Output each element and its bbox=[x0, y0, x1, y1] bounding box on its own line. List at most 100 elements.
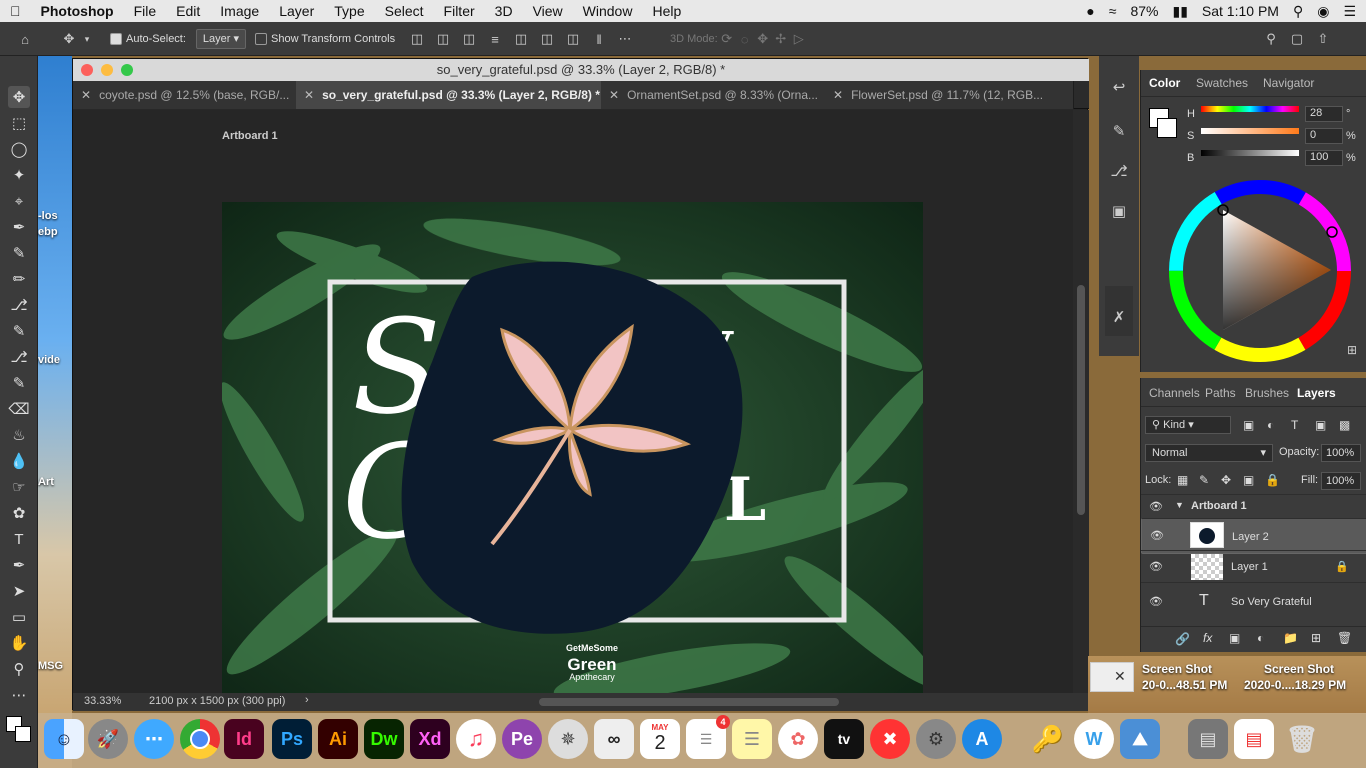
eyedropper-tool-icon[interactable]: ✒ bbox=[8, 216, 30, 238]
auto-select-checkbox[interactable] bbox=[110, 33, 122, 45]
clock[interactable]: Sat 1:10 PM bbox=[1202, 3, 1279, 19]
adjustment-layer-icon[interactable]: ◐ bbox=[1257, 631, 1264, 645]
lock-all-icon[interactable]: 🔒 bbox=[1265, 473, 1280, 487]
zoom-tool-icon[interactable]: ⚲ bbox=[8, 658, 30, 680]
filter-type-icon[interactable]: T bbox=[1291, 418, 1298, 432]
horizontal-scroll-thumb[interactable] bbox=[539, 698, 839, 706]
new-group-icon[interactable]: 📁 bbox=[1283, 631, 1298, 645]
close-tab-icon[interactable]: ✕ bbox=[304, 88, 314, 102]
move-tool-icon[interactable]: ✥ bbox=[8, 86, 30, 108]
saturation-input[interactable]: 0 bbox=[1305, 128, 1343, 144]
link-layers-icon[interactable]: 🔗 bbox=[1175, 632, 1190, 646]
canvas-area[interactable]: Artboard 1 G L GetMeSome Green Apothecar… bbox=[73, 110, 1073, 703]
add-mask-icon[interactable]: ▣ bbox=[1229, 631, 1240, 645]
lock-transparent-icon[interactable]: ▦ bbox=[1177, 473, 1188, 487]
rectangle-tool-icon[interactable]: ▭ bbox=[8, 606, 30, 628]
crop-tool-icon[interactable]: ⌖ bbox=[8, 190, 30, 212]
3d-roll-icon[interactable]: ◌ bbox=[736, 30, 754, 48]
align-right-icon[interactable]: ◫ bbox=[460, 30, 478, 48]
eraser-tool-icon[interactable]: ⌫ bbox=[8, 398, 30, 420]
fill-input[interactable]: 100% bbox=[1321, 472, 1361, 490]
desktop-file-subtitle[interactable]: 2020-0....18.29 PM bbox=[1244, 678, 1346, 692]
align-middle-icon[interactable]: ◫ bbox=[538, 30, 556, 48]
tab-coyote[interactable]: ✕ coyote.psd @ 12.5% (base, RGB/... bbox=[73, 81, 305, 109]
blend-mode-dropdown[interactable]: Normal ▾ bbox=[1145, 444, 1273, 462]
desktop-file-title[interactable]: Screen Shot bbox=[1142, 662, 1212, 676]
background-color-box[interactable] bbox=[1157, 118, 1177, 138]
tab-ornamentset[interactable]: ✕ OrnamentSet.psd @ 8.33% (Orna... bbox=[601, 81, 834, 109]
more-tools-icon[interactable]: ⋯ bbox=[8, 684, 30, 706]
menu-app-name[interactable]: Photoshop bbox=[31, 0, 124, 22]
dock-lasso-icon[interactable]: ∞ bbox=[594, 719, 634, 759]
tab-swatches[interactable]: Swatches bbox=[1196, 76, 1248, 90]
menu-view[interactable]: View bbox=[523, 0, 573, 22]
zoom-window-button[interactable] bbox=[121, 64, 133, 76]
visibility-eye-icon[interactable]: 👁 bbox=[1150, 528, 1164, 544]
desktop-file-label[interactable]: MSG bbox=[38, 660, 63, 672]
dock-tv-icon[interactable]: tv bbox=[824, 719, 864, 759]
blur-tool-icon[interactable]: 💧 bbox=[8, 450, 30, 472]
brush-settings-icon[interactable]: ✎ bbox=[1107, 122, 1131, 146]
spotlight-icon[interactable]: ⚲ bbox=[1293, 3, 1303, 20]
magic-wand-tool-icon[interactable]: ✦ bbox=[8, 164, 30, 186]
layer-row[interactable]: 👁 T So Very Grateful bbox=[1141, 582, 1366, 621]
properties-panel-icon[interactable]: ▣ bbox=[1107, 202, 1131, 226]
menu-type[interactable]: Type bbox=[324, 0, 374, 22]
chevron-right-icon[interactable]: › bbox=[305, 694, 309, 706]
clone-stamp-tool-icon[interactable]: ⎇ bbox=[8, 294, 30, 316]
layer-row[interactable]: 👁 Layer 1 🔒 bbox=[1141, 550, 1366, 583]
document-titlebar[interactable]: so_very_grateful.psd @ 33.3% (Layer 2, R… bbox=[73, 59, 1089, 81]
layer-row[interactable]: 👁 Layer 2 bbox=[1141, 518, 1366, 554]
dock-photos-icon[interactable]: ✿ bbox=[778, 719, 818, 759]
vertical-scroll-thumb[interactable] bbox=[1077, 285, 1085, 515]
history-brush-tool-icon[interactable]: ✎ bbox=[8, 320, 30, 342]
creative-cloud-icon[interactable]: ● bbox=[1086, 3, 1094, 19]
dock-music-icon[interactable]: ♫ bbox=[456, 719, 496, 759]
lock-artboard-icon[interactable]: ▣ bbox=[1243, 473, 1254, 487]
notification-center-icon[interactable]: ☰ bbox=[1343, 3, 1356, 20]
brightness-input[interactable]: 100 bbox=[1305, 150, 1343, 166]
background-color-swatch[interactable] bbox=[15, 726, 31, 742]
dock-app-store-icon[interactable]: A bbox=[962, 719, 1002, 759]
filter-smart-object-icon[interactable]: ▩ bbox=[1339, 418, 1350, 432]
wifi-icon[interactable]: ≈ bbox=[1109, 3, 1117, 19]
lasso-tool-icon[interactable]: ◯ bbox=[8, 138, 30, 160]
delete-layer-icon[interactable]: 🗑 bbox=[1337, 631, 1352, 645]
visibility-eye-icon[interactable]: 👁 bbox=[1149, 595, 1163, 608]
zoom-level[interactable]: 33.33% bbox=[84, 695, 121, 707]
dock-preview-icon[interactable]: ⛰ bbox=[1120, 719, 1160, 759]
3d-pan-icon[interactable]: ✥ bbox=[754, 30, 772, 48]
layer-style-icon[interactable]: fx bbox=[1203, 631, 1212, 645]
color-wheel[interactable] bbox=[1165, 176, 1355, 366]
dock-system-preferences-icon[interactable]: ⚙ bbox=[916, 719, 956, 759]
healing-brush-tool-icon[interactable]: ✎ bbox=[8, 242, 30, 264]
filter-kind-dropdown[interactable]: ⚲ Kind ▾ bbox=[1145, 416, 1231, 434]
artboard-group-row[interactable]: 👁 ▼ Artboard 1 bbox=[1141, 494, 1366, 519]
dock-reminders-icon[interactable]: ☰ 4 bbox=[686, 715, 730, 759]
expand-icon[interactable]: ⊞ bbox=[1347, 343, 1357, 357]
3d-slide-icon[interactable]: ✢ bbox=[772, 30, 790, 48]
tab-brushes[interactable]: Brushes bbox=[1245, 386, 1289, 400]
menu-help[interactable]: Help bbox=[642, 0, 691, 22]
move-tool-icon[interactable]: ✥ bbox=[60, 30, 78, 48]
chevron-down-icon[interactable]: ▾ bbox=[78, 30, 96, 48]
artboard[interactable]: So y G L GetMeSome Green Apothecary bbox=[222, 202, 923, 703]
saturation-slider[interactable] bbox=[1201, 128, 1299, 134]
lock-position-icon[interactable]: ✥ bbox=[1221, 473, 1231, 487]
transform-controls-checkbox[interactable] bbox=[255, 33, 267, 45]
history-panel-icon[interactable]: ↩ bbox=[1107, 78, 1131, 102]
dock-sheet-icon[interactable]: ▤ bbox=[1234, 719, 1274, 759]
close-icon[interactable]: ✕ bbox=[1114, 668, 1126, 685]
menu-3d[interactable]: 3D bbox=[485, 0, 523, 22]
tab-layers[interactable]: Layers bbox=[1297, 386, 1336, 400]
siri-icon[interactable]: ◉ bbox=[1317, 3, 1329, 20]
path-selection-tool-icon[interactable]: ➤ bbox=[8, 580, 30, 602]
close-window-button[interactable] bbox=[81, 64, 93, 76]
brightness-slider[interactable] bbox=[1201, 150, 1299, 156]
dock-trash-icon[interactable]: 🗑 bbox=[1282, 719, 1322, 759]
share-icon[interactable]: ⇧ bbox=[1314, 30, 1332, 48]
dock-news-icon[interactable]: ✖ bbox=[870, 719, 910, 759]
menu-edit[interactable]: Edit bbox=[166, 0, 210, 22]
visibility-eye-icon[interactable]: 👁 bbox=[1149, 560, 1163, 573]
opacity-input[interactable]: 100% bbox=[1321, 444, 1361, 462]
